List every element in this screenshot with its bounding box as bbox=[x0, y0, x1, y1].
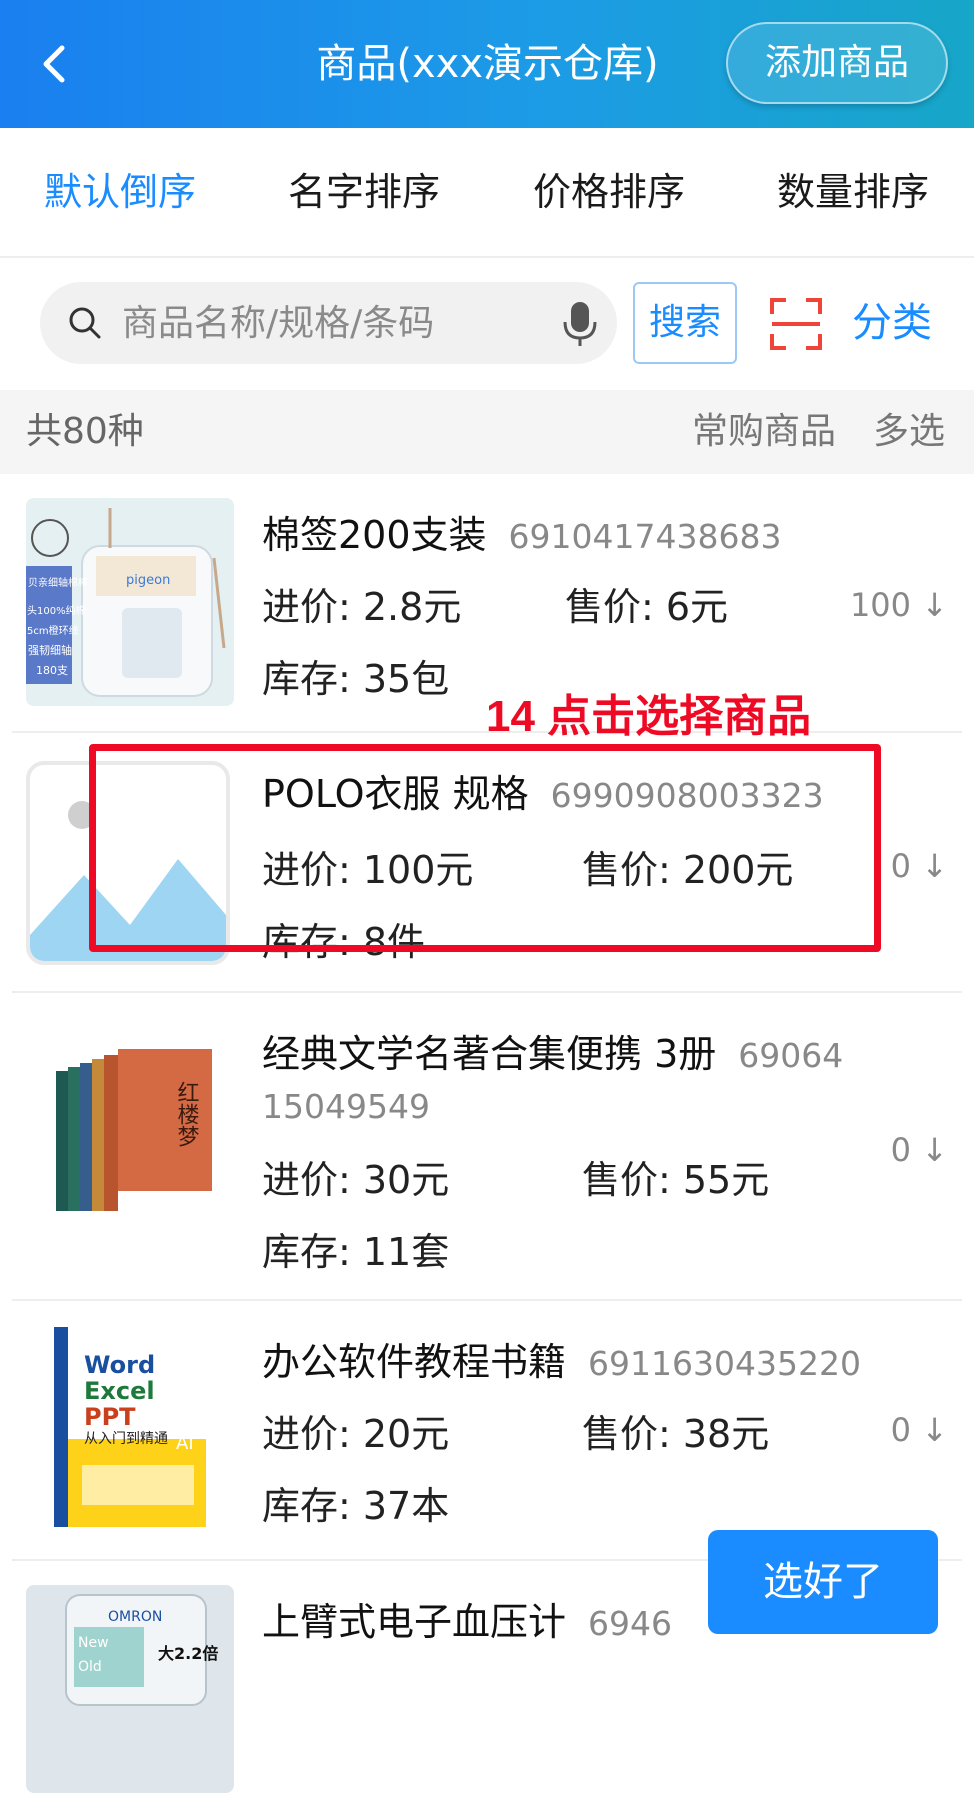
product-quantity[interactable]: 0 ↓ bbox=[891, 1411, 948, 1449]
sort-tabs: 默认倒序 名字排序 价格排序 数量排序 bbox=[0, 128, 974, 256]
image-text-line: 头100%纯棉 bbox=[27, 604, 86, 617]
product-name-text: 棉签200支装 bbox=[262, 513, 487, 557]
annotation-highlight bbox=[89, 744, 881, 952]
product-price: 售价: 6元 bbox=[565, 585, 729, 629]
book-text: PPT bbox=[84, 1403, 136, 1431]
product-barcode: 6910417438683 bbox=[508, 517, 782, 556]
book-text: 从入门到精通 bbox=[84, 1431, 168, 1447]
image-text: Old bbox=[78, 1659, 102, 1675]
product-name-text: 上臂式电子血压计 bbox=[262, 1600, 567, 1644]
product-name: 经典文学名著合集便携 3册 69064 bbox=[262, 1023, 843, 1078]
image-text-line: 强韧细轴 bbox=[28, 643, 72, 657]
product-name-text: 经典文学名著合集便携 3册 bbox=[262, 1032, 717, 1076]
product-name: 办公软件教程书籍 6911630435220 bbox=[262, 1331, 861, 1386]
category-button[interactable]: 分类 bbox=[852, 282, 932, 364]
scan-icon[interactable] bbox=[768, 296, 824, 352]
multi-select-button[interactable]: 多选 bbox=[873, 390, 945, 474]
frequent-products-button[interactable]: 常购商品 bbox=[692, 390, 836, 474]
product-price: 售价: 55元 bbox=[582, 1158, 770, 1202]
divider bbox=[0, 256, 974, 258]
product-barcode: 6911630435220 bbox=[588, 1344, 861, 1383]
product-count: 共80种 bbox=[26, 411, 144, 452]
book-text: Excel bbox=[84, 1377, 155, 1405]
image-badge: 大2.2倍 bbox=[158, 1644, 218, 1663]
product-stock: 库存: 35包 bbox=[262, 657, 450, 701]
image-text-line: 5cm橙环线 bbox=[27, 624, 79, 637]
product-image: 贝亲细轴棉棒 头100%纯棉 5cm橙环线 强韧细轴 180支 pigeon bbox=[26, 498, 234, 706]
book-text: AI bbox=[176, 1433, 194, 1454]
image-text-badge: 贝亲细轴棉棒 bbox=[28, 576, 88, 589]
product-cost: 进价: 30元 bbox=[262, 1158, 450, 1202]
product-item[interactable]: 红楼梦 经典文学名著合集便携 3册 69064 15049549 进价: 30元 … bbox=[0, 993, 974, 1299]
product-cost: 进价: 20元 bbox=[262, 1412, 450, 1456]
back-button[interactable] bbox=[28, 36, 84, 92]
product-quantity[interactable]: 100 ↓ bbox=[850, 586, 948, 624]
search-bar bbox=[40, 282, 617, 364]
product-image: OMRON New Old 大2.2倍 bbox=[26, 1585, 234, 1793]
tab-name-sort[interactable]: 名字排序 bbox=[288, 128, 440, 256]
tab-quantity-sort[interactable]: 数量排序 bbox=[777, 128, 929, 256]
annotation-label: 14 点击选择商品 bbox=[486, 692, 812, 741]
app-header: 商品(xxx演示仓库) 添加商品 bbox=[0, 0, 974, 128]
image-brand: OMRON bbox=[108, 1609, 162, 1625]
product-image: Word Excel PPT 从入门到精通 AI bbox=[26, 1325, 234, 1533]
microphone-icon[interactable] bbox=[560, 300, 600, 348]
book-cover-title: 红楼梦 bbox=[174, 1081, 200, 1147]
product-quantity[interactable]: 0 ↓ bbox=[891, 1131, 948, 1169]
search-button[interactable]: 搜索 bbox=[633, 282, 737, 364]
image-text: New bbox=[78, 1635, 109, 1651]
product-name-text: 办公软件教程书籍 bbox=[262, 1340, 567, 1384]
product-barcode: 69064 bbox=[738, 1036, 844, 1075]
product-quantity[interactable]: 0 ↓ bbox=[891, 847, 948, 885]
page-title: 商品(xxx演示仓库) bbox=[316, 41, 659, 87]
product-item[interactable]: Word Excel PPT 从入门到精通 AI 办公软件教程书籍 6911630… bbox=[0, 1301, 974, 1559]
summary-bar: 共80种 常购商品 多选 bbox=[0, 390, 974, 474]
search-icon bbox=[69, 307, 101, 339]
product-barcode: 6946 bbox=[588, 1604, 672, 1643]
tab-price-sort[interactable]: 价格排序 bbox=[533, 128, 685, 256]
image-text-line: 180支 bbox=[36, 664, 68, 677]
product-name: 棉签200支装 6910417438683 bbox=[262, 504, 781, 559]
product-image: 红楼梦 bbox=[26, 1041, 234, 1249]
product-stock: 库存: 11套 bbox=[262, 1230, 450, 1274]
chevron-left-icon bbox=[43, 45, 65, 83]
product-stock: 库存: 37本 bbox=[262, 1484, 450, 1528]
product-barcode-continued: 15049549 bbox=[262, 1087, 430, 1126]
done-button[interactable]: 选好了 bbox=[708, 1530, 938, 1634]
add-product-button[interactable]: 添加商品 bbox=[726, 22, 948, 104]
product-name: 上臂式电子血压计 6946 bbox=[262, 1591, 672, 1646]
tab-default-desc[interactable]: 默认倒序 bbox=[44, 128, 196, 256]
book-text: Word bbox=[84, 1351, 155, 1379]
product-price: 售价: 38元 bbox=[582, 1412, 770, 1456]
search-input[interactable] bbox=[110, 282, 560, 364]
image-brand: pigeon bbox=[126, 573, 170, 588]
product-cost: 进价: 2.8元 bbox=[262, 585, 462, 629]
